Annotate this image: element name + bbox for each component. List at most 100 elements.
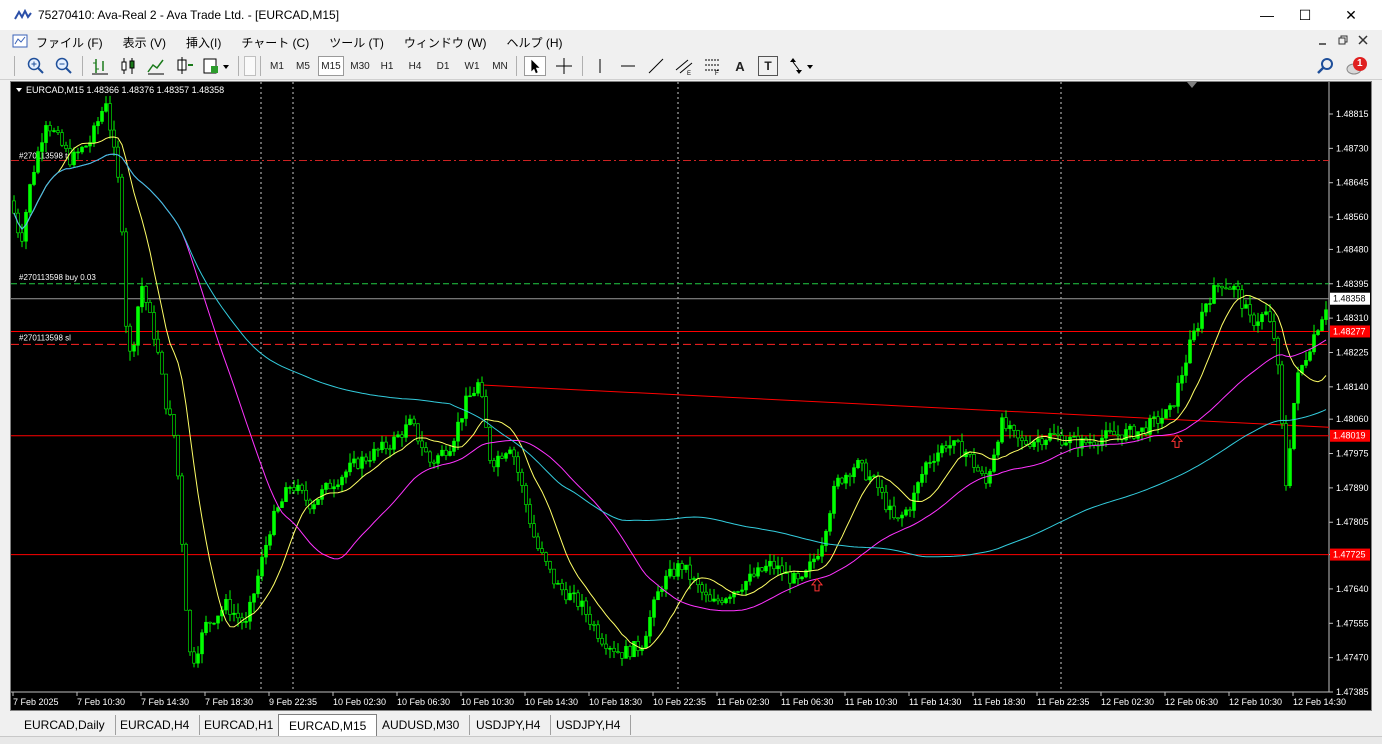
candle-body [72,151,76,166]
candle-body [480,382,484,397]
tab-eurcad-h4[interactable]: EURCAD,H4 [110,715,201,735]
close-button[interactable]: ✕ [1328,0,1374,30]
time-axis-label: 7 Feb 10:30 [77,697,125,707]
candle-body [756,567,760,577]
candle-body [284,487,288,502]
candle-body [420,440,424,448]
line-chart-icon[interactable] [146,56,166,76]
price-chart[interactable]: 1.48815 1.48730 1.48645 1.48560 1.48480 1.483… [11,82,1371,710]
candle-body [432,461,436,464]
candle-body [668,568,672,577]
candle-body [960,441,964,458]
menu-file[interactable]: ファイル (F) [36,34,103,51]
candle-body [124,231,128,327]
mdi-minimize-icon[interactable] [1318,36,1328,46]
mdi-restore-icon[interactable] [1338,35,1349,46]
chart-symbol-info: EURCAD,M15 1.48366 1.48376 1.48357 1.483… [26,85,224,95]
menu-view[interactable]: 表示 (V) [123,34,166,51]
timeframe-h4[interactable]: H4 [404,56,426,76]
auto-scroll-icon[interactable] [174,56,194,76]
mdi-close-icon[interactable] [1358,35,1368,45]
candle-body [1320,319,1324,331]
candle-body [1196,328,1200,332]
cursor-arrow-icon[interactable] [524,56,546,76]
menu-tools[interactable]: ツール (T) [329,34,384,51]
candle-body [844,474,848,484]
zoom-out-icon[interactable] [54,56,74,76]
timeframe-w1[interactable]: W1 [460,56,484,76]
timeframe-m15[interactable]: M15 [318,56,344,76]
candle-body [1040,438,1044,446]
candle-body [1192,330,1196,341]
candlestick-icon[interactable] [118,56,138,76]
svg-text:F: F [715,71,719,76]
tab-audusd-m30[interactable]: AUDUSD,M30 [372,715,471,735]
price-axis-label: 1.47890 [1336,483,1369,493]
zoom-in-icon[interactable] [26,56,46,76]
menu-help[interactable]: ヘルプ (H) [507,34,563,51]
candle-body [876,475,880,489]
tab-eurcad-h1[interactable]: EURCAD,H1 [194,715,285,735]
bar-chart-icon[interactable] [90,56,110,76]
time-axis-label: 10 Feb 02:30 [333,697,386,707]
candle-body [40,142,44,152]
candle-body [156,338,160,353]
tab-usdjpy-h4-2[interactable]: USDJPY,H4 [546,715,632,735]
alerts-button[interactable]: 1 [1344,56,1370,76]
timeframe-h1[interactable]: H1 [376,56,398,76]
menu-insert[interactable]: 挿入(I) [186,34,221,51]
chart-window[interactable]: 1.48815 1.48730 1.48645 1.48560 1.48480 1.483… [10,81,1372,711]
candle-body [1024,440,1028,445]
candle-body [644,635,648,649]
candle-body [936,452,940,462]
candle-body [192,651,196,664]
equidistant-channel-icon[interactable]: E [674,56,694,76]
candle-body [244,620,248,623]
candle-body [852,467,856,478]
text-tool-icon[interactable]: A [730,56,750,76]
maximize-button[interactable]: ☐ [1282,0,1328,30]
tab-eurcad-m15[interactable]: EURCAD,M15 [278,714,378,736]
candle-body [1184,362,1188,376]
time-axis-label: 7 Feb 18:30 [205,697,253,707]
candle-body [128,325,132,352]
search-icon[interactable] [1316,56,1336,76]
timeframe-m30[interactable]: M30 [348,56,372,76]
candle-body [312,504,316,510]
menu-window[interactable]: ウィンドウ (W) [404,34,487,51]
candle-body [684,564,688,570]
candle-body [296,484,300,491]
candle-body [1316,330,1320,335]
price-axis-label: 1.47555 [1336,618,1369,628]
horizontal-line-icon[interactable] [618,56,638,76]
arrows-dropdown-icon[interactable] [786,56,816,76]
tab-eurcad-daily[interactable]: EURCAD,Daily [14,715,116,735]
fibonacci-icon[interactable]: F [702,56,722,76]
timeframe-m5[interactable]: M5 [292,56,314,76]
timeframe-m1[interactable]: M1 [266,56,288,76]
candle-body [332,486,336,490]
trendline-icon[interactable] [646,56,666,76]
crosshair-icon[interactable] [554,56,574,76]
tab-usdjpy-h4[interactable]: USDJPY,H4 [466,715,552,735]
candle-body [152,312,156,340]
chart-background [11,82,1371,710]
vertical-line-icon[interactable] [590,56,610,76]
candle-body [1260,314,1264,323]
toolbar: M1 M5 M15 M30 H1 H4 D1 W1 MN E F A T 1 [0,52,1382,80]
candle-body [24,211,28,242]
candle-body [768,560,772,567]
chart-template-icon[interactable] [202,56,230,76]
timeframe-mn[interactable]: MN [488,56,512,76]
candle-body [92,125,96,143]
candle-body [248,601,252,622]
timeframe-d1[interactable]: D1 [432,56,454,76]
candle-body [888,505,892,511]
text-label-icon[interactable]: T [758,56,778,76]
menu-chart[interactable]: チャート (C) [241,34,309,51]
candle-body [80,146,84,153]
toolbar-blank-box[interactable] [244,56,256,76]
candle-body [1296,372,1300,404]
candle-body [376,448,380,451]
candle-body [1312,334,1316,353]
